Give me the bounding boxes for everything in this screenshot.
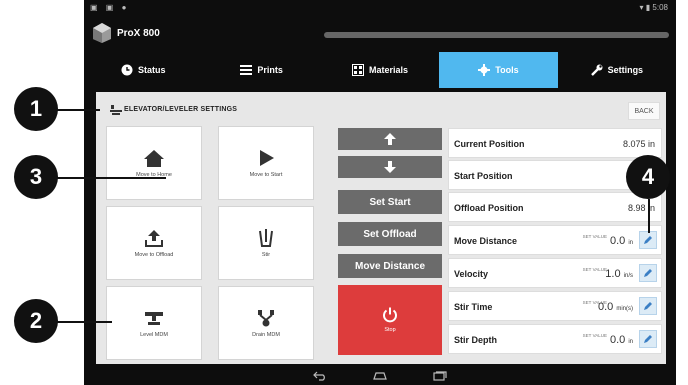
tab-materials[interactable]: Materials (321, 52, 439, 88)
set-start-button[interactable]: Set Start (338, 190, 442, 214)
elevator-leveler-panel: ELEVATOR/LEVELER SETTINGS BACK Move to H… (96, 92, 666, 364)
stir-time-row: Stir Time SET VALUE 0.0 min(s) (448, 291, 662, 321)
callout-4-leader (648, 199, 650, 233)
callout-2: 2 (14, 299, 58, 343)
app-title: ProX 800 (117, 28, 160, 39)
tab-status[interactable]: Status (84, 52, 202, 88)
stop-label: Stop (384, 327, 396, 333)
app-bar: ProX 800 (84, 16, 676, 52)
tablet-screen: ▣ ▣ ● ▾ ▮ 5:08 ProX 800 Status Prints Ma… (84, 0, 676, 385)
pencil-icon (644, 269, 652, 277)
move-to-start-button[interactable]: Move to Start (218, 126, 314, 200)
wifi-battery-icon: ▾ ▮ (639, 3, 653, 12)
edit-velocity-button[interactable] (639, 264, 657, 282)
upload-icon (145, 230, 163, 247)
tab-label: Materials (369, 65, 409, 75)
home-nav-icon[interactable] (372, 371, 388, 381)
callout-1: 1 (14, 87, 58, 131)
stop-button[interactable]: Stop (338, 285, 442, 355)
param-label: Move Distance (454, 236, 518, 246)
play-icon (260, 150, 274, 166)
move-up-button[interactable] (338, 128, 442, 150)
move-distance-row: Move Distance SET VALUE 0.0 in (448, 225, 662, 255)
tab-label: Settings (607, 65, 644, 75)
param-label: Stir Time (454, 302, 493, 312)
power-icon (383, 307, 397, 323)
notification-icons: ▣ ▣ ● (90, 3, 130, 12)
set-value-label: SET VALUE (582, 267, 607, 272)
pencil-icon (644, 236, 652, 244)
param-label: Offload Position (454, 203, 524, 213)
move-to-home-button[interactable]: Move to Home (106, 126, 202, 200)
tab-settings[interactable]: Settings (558, 52, 676, 88)
velocity-row: Velocity SET VALUE 1.0 in/s (448, 258, 662, 288)
edit-stir-time-button[interactable] (639, 297, 657, 315)
panel-title: ELEVATOR/LEVELER SETTINGS (124, 106, 238, 113)
tab-bar: Status Prints Materials Tools Settings (84, 52, 676, 88)
back-nav-icon[interactable] (313, 371, 327, 381)
tab-tools[interactable]: Tools (439, 52, 558, 88)
level-icon (145, 312, 163, 325)
param-value: 0.0 in (609, 235, 633, 247)
param-value: 8.98 in (627, 203, 655, 213)
tab-label: Status (137, 65, 166, 75)
pencil-icon (644, 302, 652, 310)
elevator-icon (110, 105, 122, 115)
list-icon (240, 65, 253, 75)
button-label: Move to Offload (134, 252, 174, 258)
tab-label: Prints (257, 65, 283, 75)
set-value-label: SET VALUE (582, 333, 607, 338)
clock-icon (121, 64, 133, 76)
print-progress-bar (324, 32, 669, 38)
stir-icon (259, 229, 273, 247)
status-bar: ▣ ▣ ● ▾ ▮ 5:08 (84, 0, 676, 16)
callout-4: 4 (626, 155, 670, 199)
drain-mdm-button[interactable]: Drain MDM (218, 286, 314, 360)
set-value-label: SET VALUE (582, 234, 607, 239)
android-nav-bar (84, 367, 676, 385)
offload-position-row: Offload Position 8.98 in (448, 192, 662, 222)
button-label: Stir (261, 252, 271, 258)
param-value: 8.075 in (622, 139, 655, 149)
edit-stir-depth-button[interactable] (639, 330, 657, 348)
printer-logo-icon (93, 23, 111, 43)
current-position-row: Current Position 8.075 in (448, 128, 662, 158)
param-label: Current Position (454, 139, 525, 149)
tab-prints[interactable]: Prints (202, 52, 320, 88)
grid-icon (352, 64, 364, 76)
recents-nav-icon[interactable] (433, 371, 447, 381)
home-icon (144, 150, 164, 167)
tab-label: Tools (495, 65, 519, 75)
level-mdm-button[interactable]: Level MDM (106, 286, 202, 360)
arrow-up-icon (384, 133, 396, 145)
param-label: Start Position (454, 171, 513, 181)
param-value: 1.0 in/s (605, 268, 633, 280)
move-to-offload-button[interactable]: Move to Offload (106, 206, 202, 280)
status-time: ▾ ▮ 5:08 (639, 3, 668, 12)
back-button[interactable]: BACK (628, 102, 660, 120)
pencil-icon (644, 335, 652, 343)
move-distance-button[interactable]: Move Distance (338, 254, 442, 278)
button-label: Drain MDM (252, 332, 280, 338)
callout-3-leader (48, 177, 166, 179)
gear-icon (478, 64, 491, 76)
wrench-icon (590, 64, 603, 76)
drain-icon (258, 310, 274, 327)
param-value: 0.0 min(s) (597, 301, 633, 313)
arrow-down-icon (384, 161, 396, 173)
callout-3: 3 (14, 155, 58, 199)
param-label: Stir Depth (454, 335, 498, 345)
move-down-button[interactable] (338, 156, 442, 178)
set-offload-button[interactable]: Set Offload (338, 222, 442, 246)
param-value: 0.0 in (609, 334, 633, 346)
button-label: Level MDM (140, 332, 168, 338)
edit-move-distance-button[interactable] (639, 231, 657, 249)
stir-button[interactable]: Stir (218, 206, 314, 280)
stir-depth-row: Stir Depth SET VALUE 0.0 in (448, 324, 662, 354)
button-label: Move to Start (249, 172, 283, 178)
param-label: Velocity (454, 269, 489, 279)
